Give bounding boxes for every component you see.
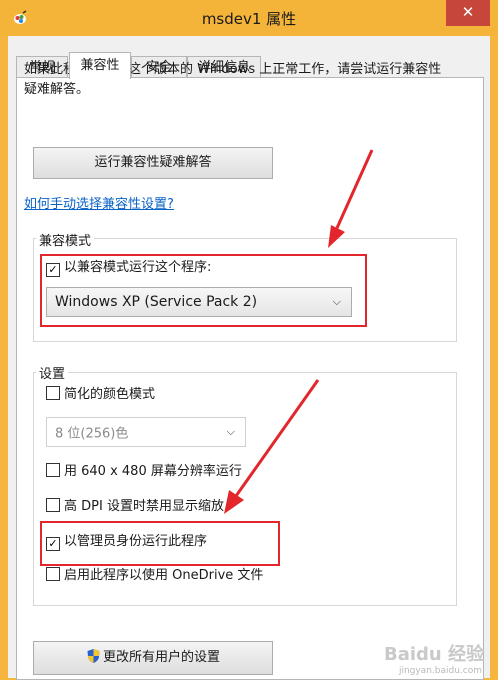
red-arrow [234, 379, 320, 497]
red-arrow [224, 490, 244, 514]
tab-compatibility[interactable]: 兼容性 [69, 52, 131, 79]
properties-window: msdev1 属性 ✕ 常规 兼容性 安全 详细信息 如果此程序不能在这个版本的… [0, 0, 498, 680]
watermark-logo: Baidu 经验 [383, 644, 484, 665]
watermark-url: jingyan.baidu.com [398, 666, 482, 676]
red-arrow [328, 225, 345, 248]
red-arrow [335, 149, 374, 229]
annotation-arrows [224, 149, 374, 514]
